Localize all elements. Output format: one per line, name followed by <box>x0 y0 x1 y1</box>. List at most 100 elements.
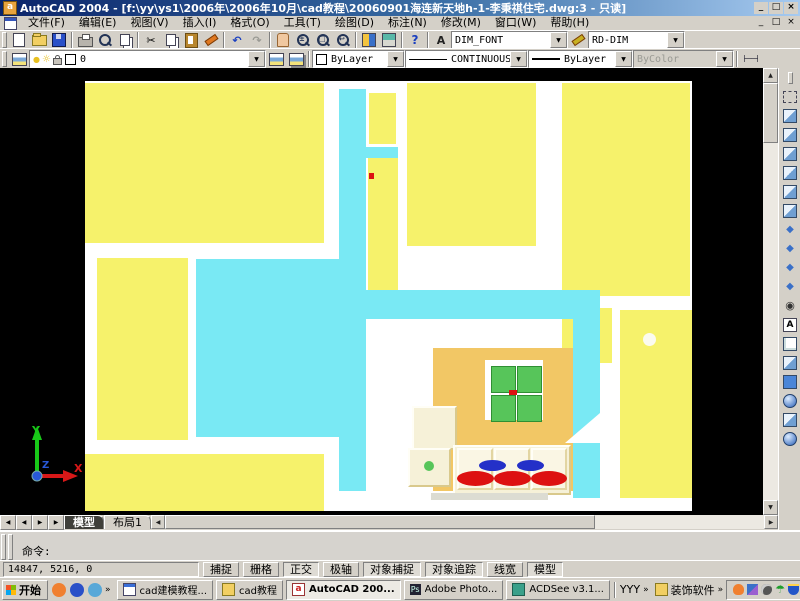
dim-style-combo[interactable]: RD-DIM ▼ <box>588 31 685 49</box>
text-style-combo[interactable]: DIM_FONT ▼ <box>451 31 568 49</box>
bottom-view-button[interactable] <box>780 125 800 144</box>
3d-wireframe-button[interactable] <box>780 334 800 353</box>
tray-im-icon[interactable] <box>747 584 758 595</box>
redo-button[interactable]: ↷ <box>247 32 267 48</box>
nw-isometric-button[interactable]: ◆ <box>780 277 800 296</box>
linear-dimension-button[interactable]: ⊢⊣ <box>740 51 760 67</box>
ne-isometric-button[interactable]: ◆ <box>780 258 800 277</box>
combo-arrow-icon[interactable]: ▼ <box>550 32 567 48</box>
tray-antivirus-umbrella-icon[interactable]: ☂ <box>775 584 785 595</box>
layer-thaw-sun-icon[interactable]: ☼ <box>42 54 51 65</box>
command-window-grip[interactable] <box>8 534 13 560</box>
open-button[interactable] <box>29 32 49 48</box>
status-toggle-polar[interactable]: 极轴 <box>323 562 359 577</box>
task-button-cad-modeling-tutorial[interactable]: cad建模教程... <box>117 580 214 600</box>
cut-button[interactable]: ✂ <box>141 32 161 48</box>
flat-edges-button[interactable] <box>780 410 800 429</box>
menu-window[interactable]: 窗口(W) <box>488 16 543 30</box>
vertical-scrollbar[interactable]: ▲ ▼ <box>763 68 778 515</box>
combo-arrow-icon[interactable]: ▼ <box>615 51 632 67</box>
tray-update-icon[interactable] <box>761 584 772 595</box>
status-toggle-osnap[interactable]: 对象捕捉 <box>363 562 421 577</box>
back-view-button[interactable] <box>780 201 800 220</box>
layer-manager-button[interactable] <box>9 51 29 67</box>
layer-on-bulb-icon[interactable]: ● <box>33 54 40 65</box>
combo-arrow-icon[interactable]: ▼ <box>387 51 404 67</box>
decor-chevron-icon[interactable]: » <box>718 585 724 595</box>
autocad-app-icon[interactable]: a <box>3 1 17 15</box>
flat-shaded-button[interactable] <box>780 372 800 391</box>
copy-button[interactable] <box>161 32 181 48</box>
tab-last-button[interactable]: ▶ <box>48 515 64 530</box>
menu-insert[interactable]: 插入(I) <box>176 16 224 30</box>
zoom-previous-button[interactable]: ↩ <box>333 32 353 48</box>
lineweight-combo[interactable]: ByLayer ▼ <box>528 50 633 68</box>
task-button-acdsee[interactable]: ACDSee v3.1... <box>506 580 610 600</box>
publish-button[interactable] <box>115 32 135 48</box>
front-view-button[interactable] <box>780 182 800 201</box>
command-window[interactable]: 命令: <box>0 530 800 562</box>
properties-palette-button[interactable] <box>359 32 379 48</box>
color-combo[interactable]: ByLayer ▼ <box>312 50 405 68</box>
dim-style-button[interactable] <box>568 32 588 48</box>
se-isometric-button[interactable]: ◆ <box>780 239 800 258</box>
new-button[interactable] <box>9 32 29 48</box>
doc-close-button[interactable]: × <box>784 17 798 29</box>
linetype-combo[interactable]: CONTINUOUS ▼ <box>405 50 528 68</box>
status-toggle-grid[interactable]: 栅格 <box>243 562 279 577</box>
status-toggle-snap[interactable]: 捕捉 <box>203 562 239 577</box>
combo-arrow-icon[interactable]: ▼ <box>667 32 684 48</box>
layer-previous-button[interactable] <box>286 51 306 67</box>
layer-combo[interactable]: ● ☼ 0 ▼ <box>29 50 266 68</box>
quicklaunch-player-icon[interactable] <box>52 583 66 597</box>
camera-view-button[interactable]: ◉ <box>780 296 800 315</box>
tab-layout1[interactable]: 布局1 <box>104 515 151 529</box>
layer-color-swatch[interactable] <box>65 54 76 65</box>
scroll-up-button[interactable]: ▲ <box>763 68 778 83</box>
menu-dimension[interactable]: 标注(N) <box>381 16 434 30</box>
paste-button[interactable] <box>181 32 201 48</box>
help-button[interactable]: ? <box>405 32 425 48</box>
tab-model[interactable]: 模型 <box>64 515 104 529</box>
zoom-window-button[interactable]: □ <box>313 32 333 48</box>
hidden-button[interactable] <box>780 353 800 372</box>
menu-modify[interactable]: 修改(M) <box>434 16 488 30</box>
drawing-document-icon[interactable] <box>4 17 17 30</box>
status-toggle-model[interactable]: 模型 <box>527 562 563 577</box>
toolbar-grip[interactable] <box>788 72 793 84</box>
hscroll-thumb[interactable] <box>165 515 595 529</box>
top-view-button[interactable] <box>780 106 800 125</box>
combo-arrow-icon[interactable]: ▼ <box>510 51 527 67</box>
menu-draw[interactable]: 绘图(D) <box>328 16 381 30</box>
close-button[interactable]: × <box>784 2 798 14</box>
taskbar-toolbar-yyy[interactable]: YYY <box>620 583 640 596</box>
horizontal-scrollbar[interactable]: ◀ ▶ <box>151 515 778 529</box>
vscroll-thumb[interactable] <box>763 83 778 143</box>
tray-player-icon[interactable] <box>733 584 744 595</box>
toolbar-grip[interactable] <box>2 32 7 48</box>
quicklaunch-chevron-icon[interactable]: » <box>105 585 111 595</box>
menu-edit[interactable]: 编辑(E) <box>72 16 124 30</box>
scroll-right-button[interactable]: ▶ <box>764 515 778 529</box>
task-button-photoshop[interactable]: Ps Adobe Photo... <box>404 580 504 600</box>
layer-lock-icon[interactable] <box>53 58 62 65</box>
drawing-canvas[interactable]: Y X Z <box>0 68 763 515</box>
doc-restore-button[interactable]: □ <box>769 17 783 29</box>
menu-file[interactable]: 文件(F) <box>21 16 72 30</box>
undo-button[interactable]: ↶ <box>227 32 247 48</box>
doc-minimize-button[interactable]: _ <box>754 17 768 29</box>
start-button[interactable]: 开始 <box>2 580 48 600</box>
status-toggle-ortho[interactable]: 正交 <box>283 562 319 577</box>
task-button-autocad[interactable]: a AutoCAD 200... <box>286 580 401 600</box>
gouraud-edges-button[interactable] <box>780 429 800 448</box>
scroll-left-button[interactable]: ◀ <box>151 515 165 529</box>
quicklaunch-messenger-icon[interactable] <box>88 583 102 597</box>
text-style-button[interactable]: A <box>431 32 451 48</box>
menu-view[interactable]: 视图(V) <box>123 16 175 30</box>
tab-next-button[interactable]: ▶ <box>32 515 48 530</box>
tab-first-button[interactable]: ◀ <box>0 515 16 530</box>
designcenter-button[interactable] <box>379 32 399 48</box>
save-button[interactable] <box>49 32 69 48</box>
match-properties-button[interactable] <box>201 32 221 48</box>
yyy-chevron-icon[interactable]: » <box>643 585 649 595</box>
